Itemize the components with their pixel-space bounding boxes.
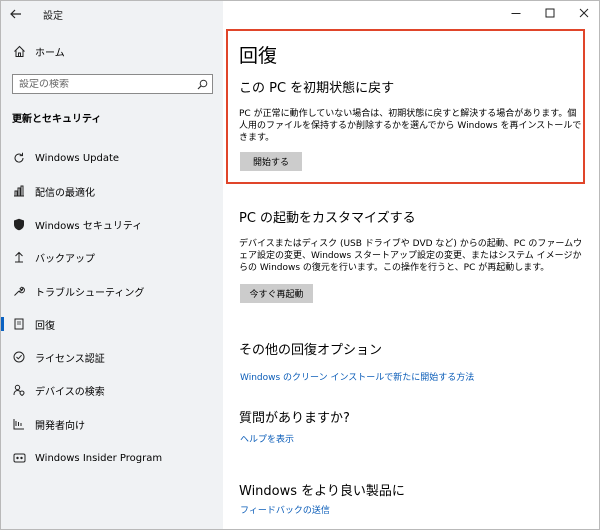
sidebar-item-label: Windows セキュリティ	[35, 220, 143, 232]
reset-description: PC が正常に動作していない場合は、初期状態に戻すと解決する場合があります。個人…	[239, 109, 582, 143]
shield-icon	[12, 217, 26, 231]
close-button[interactable]	[567, 1, 599, 25]
app-title: 設定	[43, 10, 63, 22]
back-button[interactable]	[1, 1, 31, 27]
other-recovery-heading: その他の回復オプション	[239, 343, 383, 358]
sidebar: 設定 ホーム 更新とセキュリティ Windows Update 配信	[1, 1, 223, 529]
sidebar-item-backup[interactable]: バックアップ	[1, 245, 223, 269]
sidebar-item-find-my-device[interactable]: デバイスの検索	[1, 378, 223, 402]
get-help-link[interactable]: ヘルプを表示	[240, 432, 294, 445]
maximize-icon	[545, 8, 555, 18]
sidebar-item-developers[interactable]: 開発者向け	[1, 412, 223, 436]
sidebar-item-label: 開発者向け	[35, 420, 85, 432]
title-bar: 設定	[1, 1, 223, 27]
restart-now-button[interactable]: 今すぐ再起動	[240, 284, 313, 303]
refresh-icon	[12, 151, 26, 165]
sidebar-item-windows-insider[interactable]: Windows Insider Program	[1, 446, 223, 470]
sidebar-item-troubleshoot[interactable]: トラブルシューティング	[1, 279, 223, 303]
sidebar-item-delivery-optimization[interactable]: 配信の最適化	[1, 179, 223, 203]
sidebar-item-windows-security[interactable]: Windows セキュリティ	[1, 212, 223, 236]
send-feedback-link[interactable]: フィードバックの送信	[240, 503, 330, 516]
close-icon	[579, 8, 589, 18]
minimize-button[interactable]	[499, 1, 533, 25]
section-title: 更新とセキュリティ	[12, 114, 102, 125]
sidebar-item-label: Windows Insider Program	[35, 452, 163, 464]
main-content: 回復 この PC を初期状態に戻す PC が正常に動作していない場合は、初期状態…	[223, 1, 599, 529]
sidebar-item-activation[interactable]: ライセンス認証	[1, 345, 223, 369]
wrench-icon	[12, 284, 26, 298]
minimize-icon	[511, 13, 521, 14]
delivery-optimization-icon	[12, 184, 26, 198]
home-label: ホーム	[35, 47, 65, 59]
advanced-startup-description: デバイスまたはディスク (USB ドライブや DVD など) からの起動、PC …	[239, 239, 583, 273]
sidebar-item-label: ライセンス認証	[35, 353, 105, 365]
search-box	[12, 74, 213, 94]
settings-window: 設定 ホーム 更新とセキュリティ Windows Update 配信	[0, 0, 600, 530]
sidebar-item-label: バックアップ	[35, 253, 95, 265]
questions-heading: 質問がありますか?	[239, 411, 350, 426]
sidebar-item-label: 配信の最適化	[35, 187, 95, 199]
check-circle-icon	[12, 350, 26, 364]
search-input[interactable]	[13, 78, 192, 90]
insider-icon	[12, 451, 26, 465]
reset-start-button[interactable]: 開始する	[240, 152, 302, 171]
advanced-startup-heading: PC の起動をカスタマイズする	[239, 211, 416, 226]
reset-heading: この PC を初期状態に戻す	[239, 81, 395, 96]
search-icon[interactable]	[192, 79, 212, 90]
sidebar-item-windows-update[interactable]: Windows Update	[1, 146, 223, 170]
page-title: 回復	[239, 45, 278, 67]
sidebar-item-label: トラブルシューティング	[35, 287, 145, 299]
back-arrow-icon	[10, 9, 21, 19]
maximize-button[interactable]	[533, 1, 567, 25]
sidebar-item-label: 回復	[35, 320, 55, 332]
backup-arrow-icon	[12, 250, 26, 264]
home-nav-item[interactable]: ホーム	[1, 39, 223, 63]
window-controls	[499, 1, 599, 25]
sidebar-item-recovery[interactable]: 回復	[1, 312, 223, 336]
sidebar-item-label: Windows Update	[35, 152, 120, 164]
improve-windows-heading: Windows をより良い製品に	[239, 484, 405, 499]
person-location-icon	[12, 383, 26, 397]
clean-install-link[interactable]: Windows のクリーン インストールで新たに開始する方法	[240, 370, 474, 383]
recovery-icon	[12, 317, 26, 331]
developer-icon	[12, 417, 26, 431]
sidebar-item-label: デバイスの検索	[35, 386, 105, 398]
home-icon	[12, 44, 26, 58]
